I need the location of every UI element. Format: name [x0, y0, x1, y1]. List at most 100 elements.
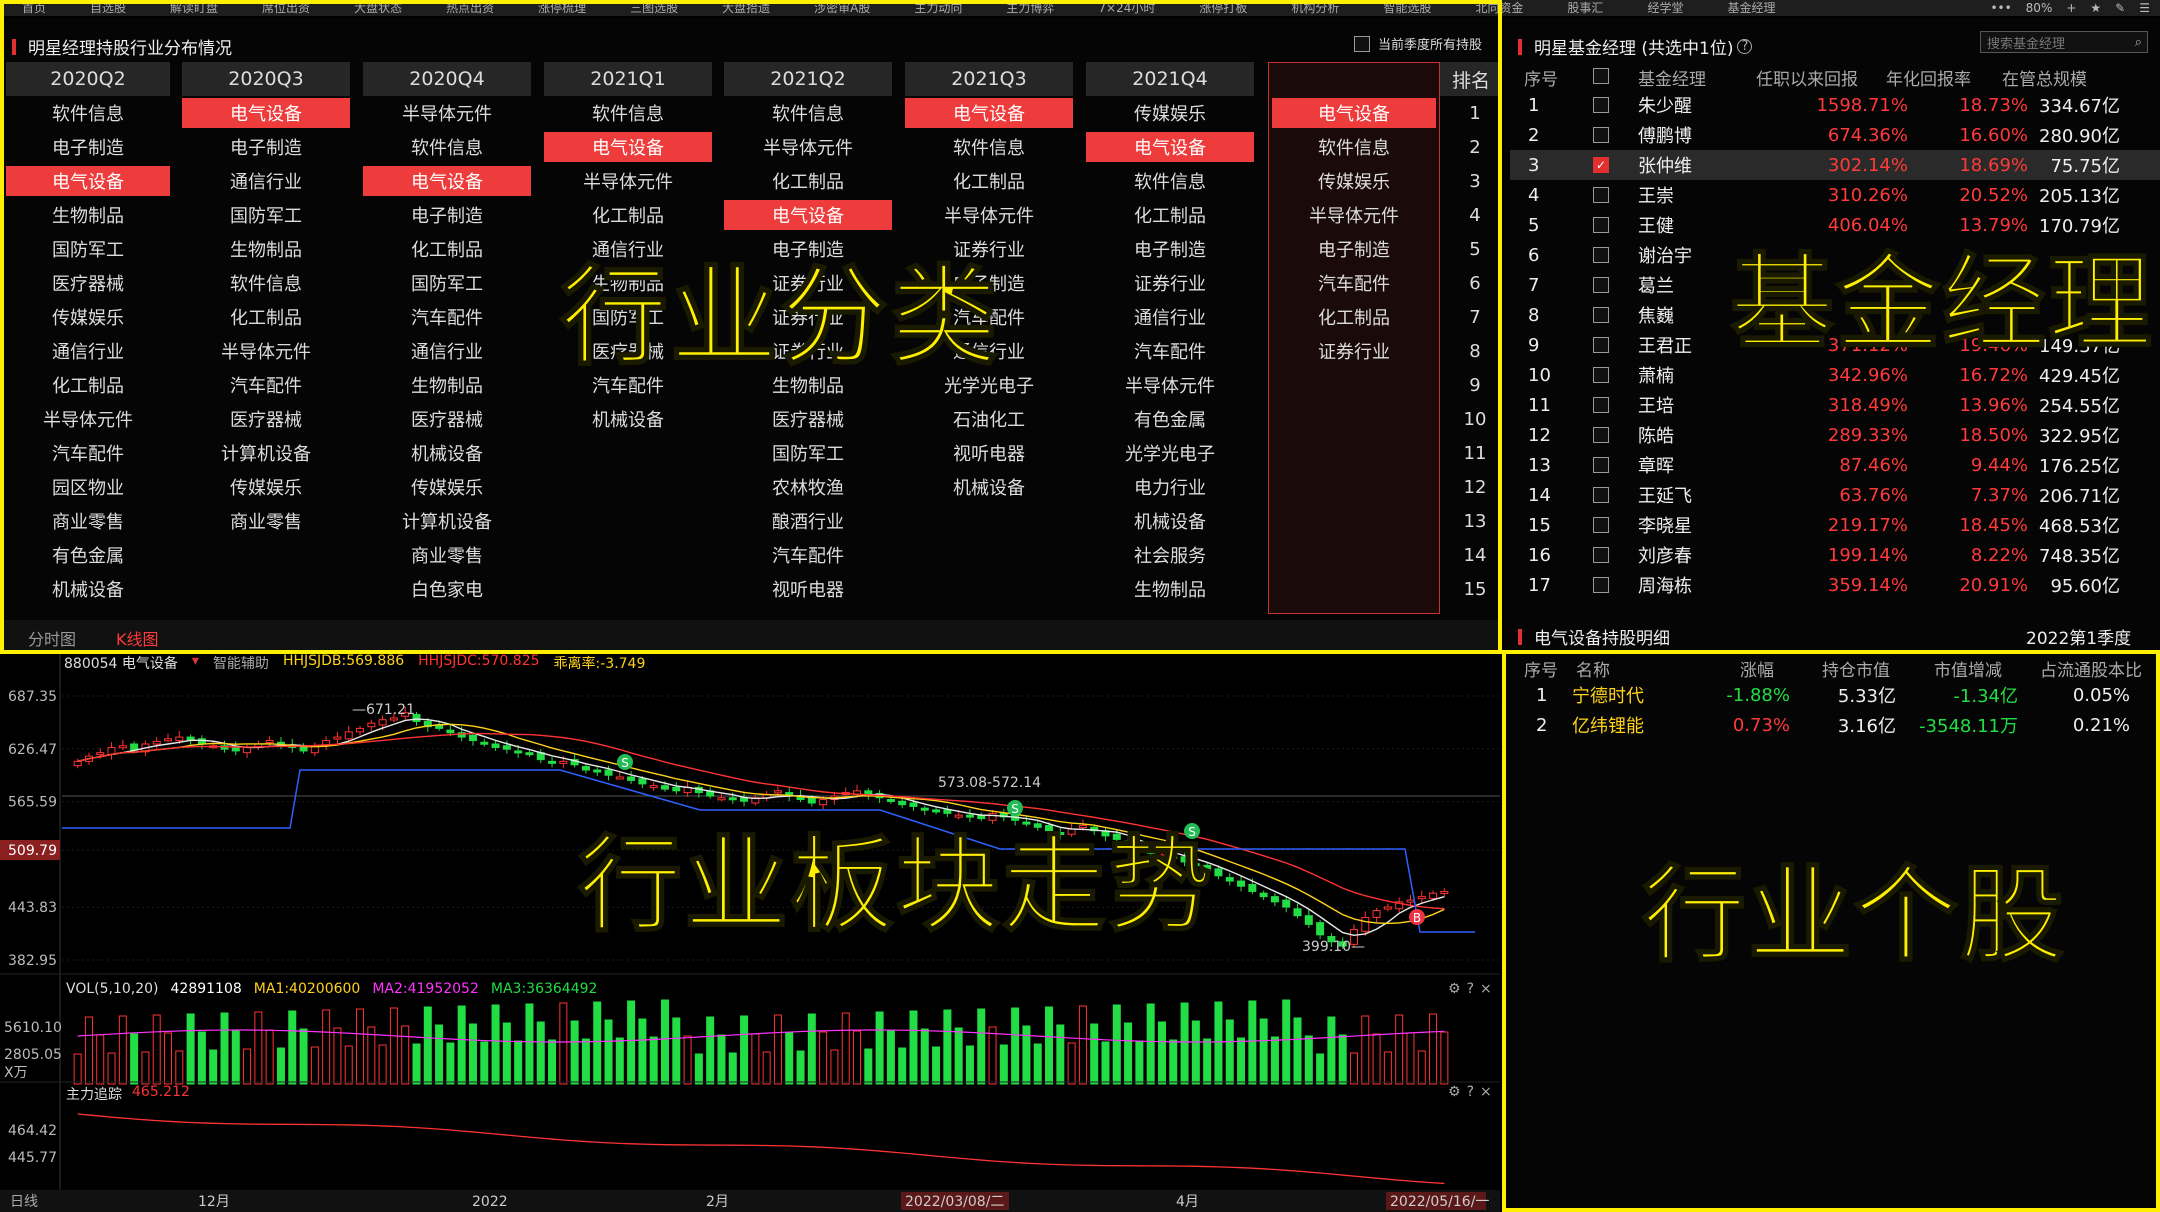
select-all-checkbox[interactable] [1593, 68, 1609, 84]
industry-cell[interactable]: 化工制品 [182, 302, 350, 332]
industry-cell[interactable]: 软件信息 [905, 132, 1073, 162]
industry-cell[interactable]: 传媒娱乐 [182, 472, 350, 502]
industry-cell[interactable]: 证券行业 [724, 302, 892, 332]
industry-cell[interactable]: 化工制品 [1086, 200, 1254, 230]
close-icon[interactable]: × [1480, 981, 1492, 997]
industry-cell[interactable]: 软件信息 [1272, 132, 1436, 162]
more-icon[interactable]: ••• [1990, 1, 2011, 15]
industry-cell[interactable]: 电气设备 [363, 166, 531, 196]
manager-name[interactable]: 章晖 [1638, 452, 1674, 478]
industry-cell[interactable]: 传媒娱乐 [1086, 98, 1254, 128]
nav-item[interactable]: 股事汇 [1545, 0, 1625, 16]
manager-checkbox[interactable] [1593, 397, 1609, 413]
industry-cell[interactable]: 软件信息 [6, 98, 170, 128]
assist-dropdown[interactable]: ▾ [192, 653, 199, 673]
industry-cell[interactable]: 证券行业 [724, 268, 892, 298]
manager-checkbox[interactable] [1593, 577, 1609, 593]
settings-icon[interactable]: ⚙ [1448, 1084, 1461, 1100]
industry-cell[interactable]: 半导体元件 [1086, 370, 1254, 400]
industry-cell[interactable]: 电子制造 [1272, 234, 1436, 264]
industry-cell[interactable]: 化工制品 [544, 200, 712, 230]
manager-row[interactable]: 5 王健 406.04% 13.79% 170.79亿 [1510, 210, 2160, 240]
manager-row[interactable]: 8 焦巍 [1510, 300, 2160, 330]
industry-cell[interactable]: 通信行业 [544, 234, 712, 264]
industry-cell[interactable]: 证券行业 [1272, 336, 1436, 366]
quarter-header[interactable]: 2020Q4 [363, 62, 531, 96]
industry-cell[interactable]: 医疗器械 [544, 336, 712, 366]
manager-row[interactable]: 16 刘彦春 199.14% 8.22% 748.35亿 [1510, 540, 2160, 570]
manager-name[interactable]: 王君正 [1638, 332, 1692, 358]
search-icon[interactable]: ⌕ [2135, 35, 2142, 50]
industry-cell[interactable]: 生物制品 [182, 234, 350, 264]
industry-cell[interactable]: 软件信息 [182, 268, 350, 298]
industry-cell[interactable]: 通信行业 [182, 166, 350, 196]
quarter-header[interactable]: 2021Q1 [544, 62, 712, 96]
manager-row[interactable]: 3 ✓ 张仲维 302.14% 18.69% 75.75亿 [1510, 150, 2160, 180]
manager-checkbox[interactable] [1593, 217, 1609, 233]
industry-cell[interactable]: 商业零售 [363, 540, 531, 570]
nav-item[interactable]: 主力博弈 [984, 0, 1076, 16]
industry-cell[interactable]: 国防军工 [6, 234, 170, 264]
industry-cell[interactable]: 酿酒行业 [724, 506, 892, 536]
industry-cell[interactable]: 石油化工 [905, 404, 1073, 434]
industry-cell[interactable]: 电子制造 [724, 234, 892, 264]
industry-cell[interactable]: 电气设备 [6, 166, 170, 196]
industry-cell[interactable]: 汽车配件 [6, 438, 170, 468]
all-holdings-checkbox[interactable]: 当前季度所有持股 [1354, 34, 1482, 53]
industry-cell[interactable]: 电子制造 [363, 200, 531, 230]
industry-cell[interactable]: 国防军工 [363, 268, 531, 298]
industry-cell[interactable]: 计算机设备 [363, 506, 531, 536]
manager-row[interactable]: 6 谢治宇 [1510, 240, 2160, 270]
manager-row[interactable]: 11 王培 318.49% 13.96% 254.55亿 [1510, 390, 2160, 420]
industry-cell[interactable]: 半导体元件 [6, 404, 170, 434]
checkbox-box[interactable] [1354, 35, 1370, 52]
industry-cell[interactable]: 光学光电子 [905, 370, 1073, 400]
industry-cell[interactable]: 汽车配件 [905, 302, 1073, 332]
nav-item[interactable]: 解读盯盘 [148, 0, 240, 16]
manager-name[interactable]: 葛兰 [1638, 272, 1674, 298]
industry-cell[interactable]: 国防军工 [544, 302, 712, 332]
manager-search[interactable]: 搜索基金经理 ⌕ [1980, 31, 2148, 53]
industry-cell[interactable]: 汽车配件 [363, 302, 531, 332]
industry-cell[interactable]: 电气设备 [182, 98, 350, 128]
industry-cell[interactable]: 电子制造 [182, 132, 350, 162]
industry-cell[interactable]: 半导体元件 [724, 132, 892, 162]
help-icon[interactable]: ? [1737, 39, 1753, 54]
kline-chart[interactable]: 687.35 626.47 565.59 509.79 443.83 382.95 —671… [0, 652, 1500, 1212]
industry-cell[interactable]: 半导体元件 [544, 166, 712, 196]
industry-cell[interactable]: 证券行业 [724, 336, 892, 366]
manager-name[interactable]: 王培 [1638, 392, 1674, 418]
industry-cell[interactable]: 软件信息 [724, 98, 892, 128]
industry-cell[interactable]: 电子制造 [6, 132, 170, 162]
quarter-header[interactable]: 2021Q4 [1086, 62, 1254, 96]
industry-cell[interactable]: 医疗器械 [182, 404, 350, 434]
industry-cell[interactable]: 半导体元件 [905, 200, 1073, 230]
settings-icon[interactable]: ⚙ [1448, 981, 1461, 997]
industry-cell[interactable]: 视听电器 [724, 574, 892, 604]
manager-checkbox[interactable] [1593, 277, 1609, 293]
stock-name[interactable]: 亿纬锂能 [1572, 712, 1644, 738]
manager-checkbox[interactable] [1593, 427, 1609, 443]
help-icon[interactable]: ? [1467, 1084, 1474, 1100]
industry-cell[interactable]: 软件信息 [1086, 166, 1254, 196]
plus-icon[interactable]: + [2066, 1, 2076, 15]
close-icon[interactable]: × [1480, 1084, 1492, 1100]
industry-cell[interactable]: 半导体元件 [1272, 200, 1436, 230]
manager-name[interactable]: 傅鹏博 [1638, 122, 1692, 148]
manager-name[interactable]: 谢治宇 [1638, 242, 1692, 268]
tab-timeshare[interactable]: 分时图 [28, 626, 76, 650]
industry-cell[interactable]: 机械设备 [6, 574, 170, 604]
industry-cell[interactable]: 半导体元件 [363, 98, 531, 128]
nav-item[interactable]: 北向资金 [1453, 0, 1545, 16]
nav-item[interactable]: 基金经理 [1705, 0, 1797, 16]
industry-cell[interactable]: 化工制品 [724, 166, 892, 196]
industry-cell[interactable]: 通信行业 [905, 336, 1073, 366]
industry-cell[interactable]: 化工制品 [6, 370, 170, 400]
nav-item[interactable]: 智能选股 [1361, 0, 1453, 16]
industry-cell[interactable]: 有色金属 [6, 540, 170, 570]
quarter-header[interactable]: 2020Q3 [182, 62, 350, 96]
nav-item[interactable]: 经学堂 [1625, 0, 1705, 16]
manager-row[interactable]: 1 朱少醒 1598.71% 18.73% 334.67亿 [1510, 90, 2160, 120]
industry-cell[interactable]: 商业零售 [6, 506, 170, 536]
industry-cell[interactable]: 软件信息 [544, 98, 712, 128]
